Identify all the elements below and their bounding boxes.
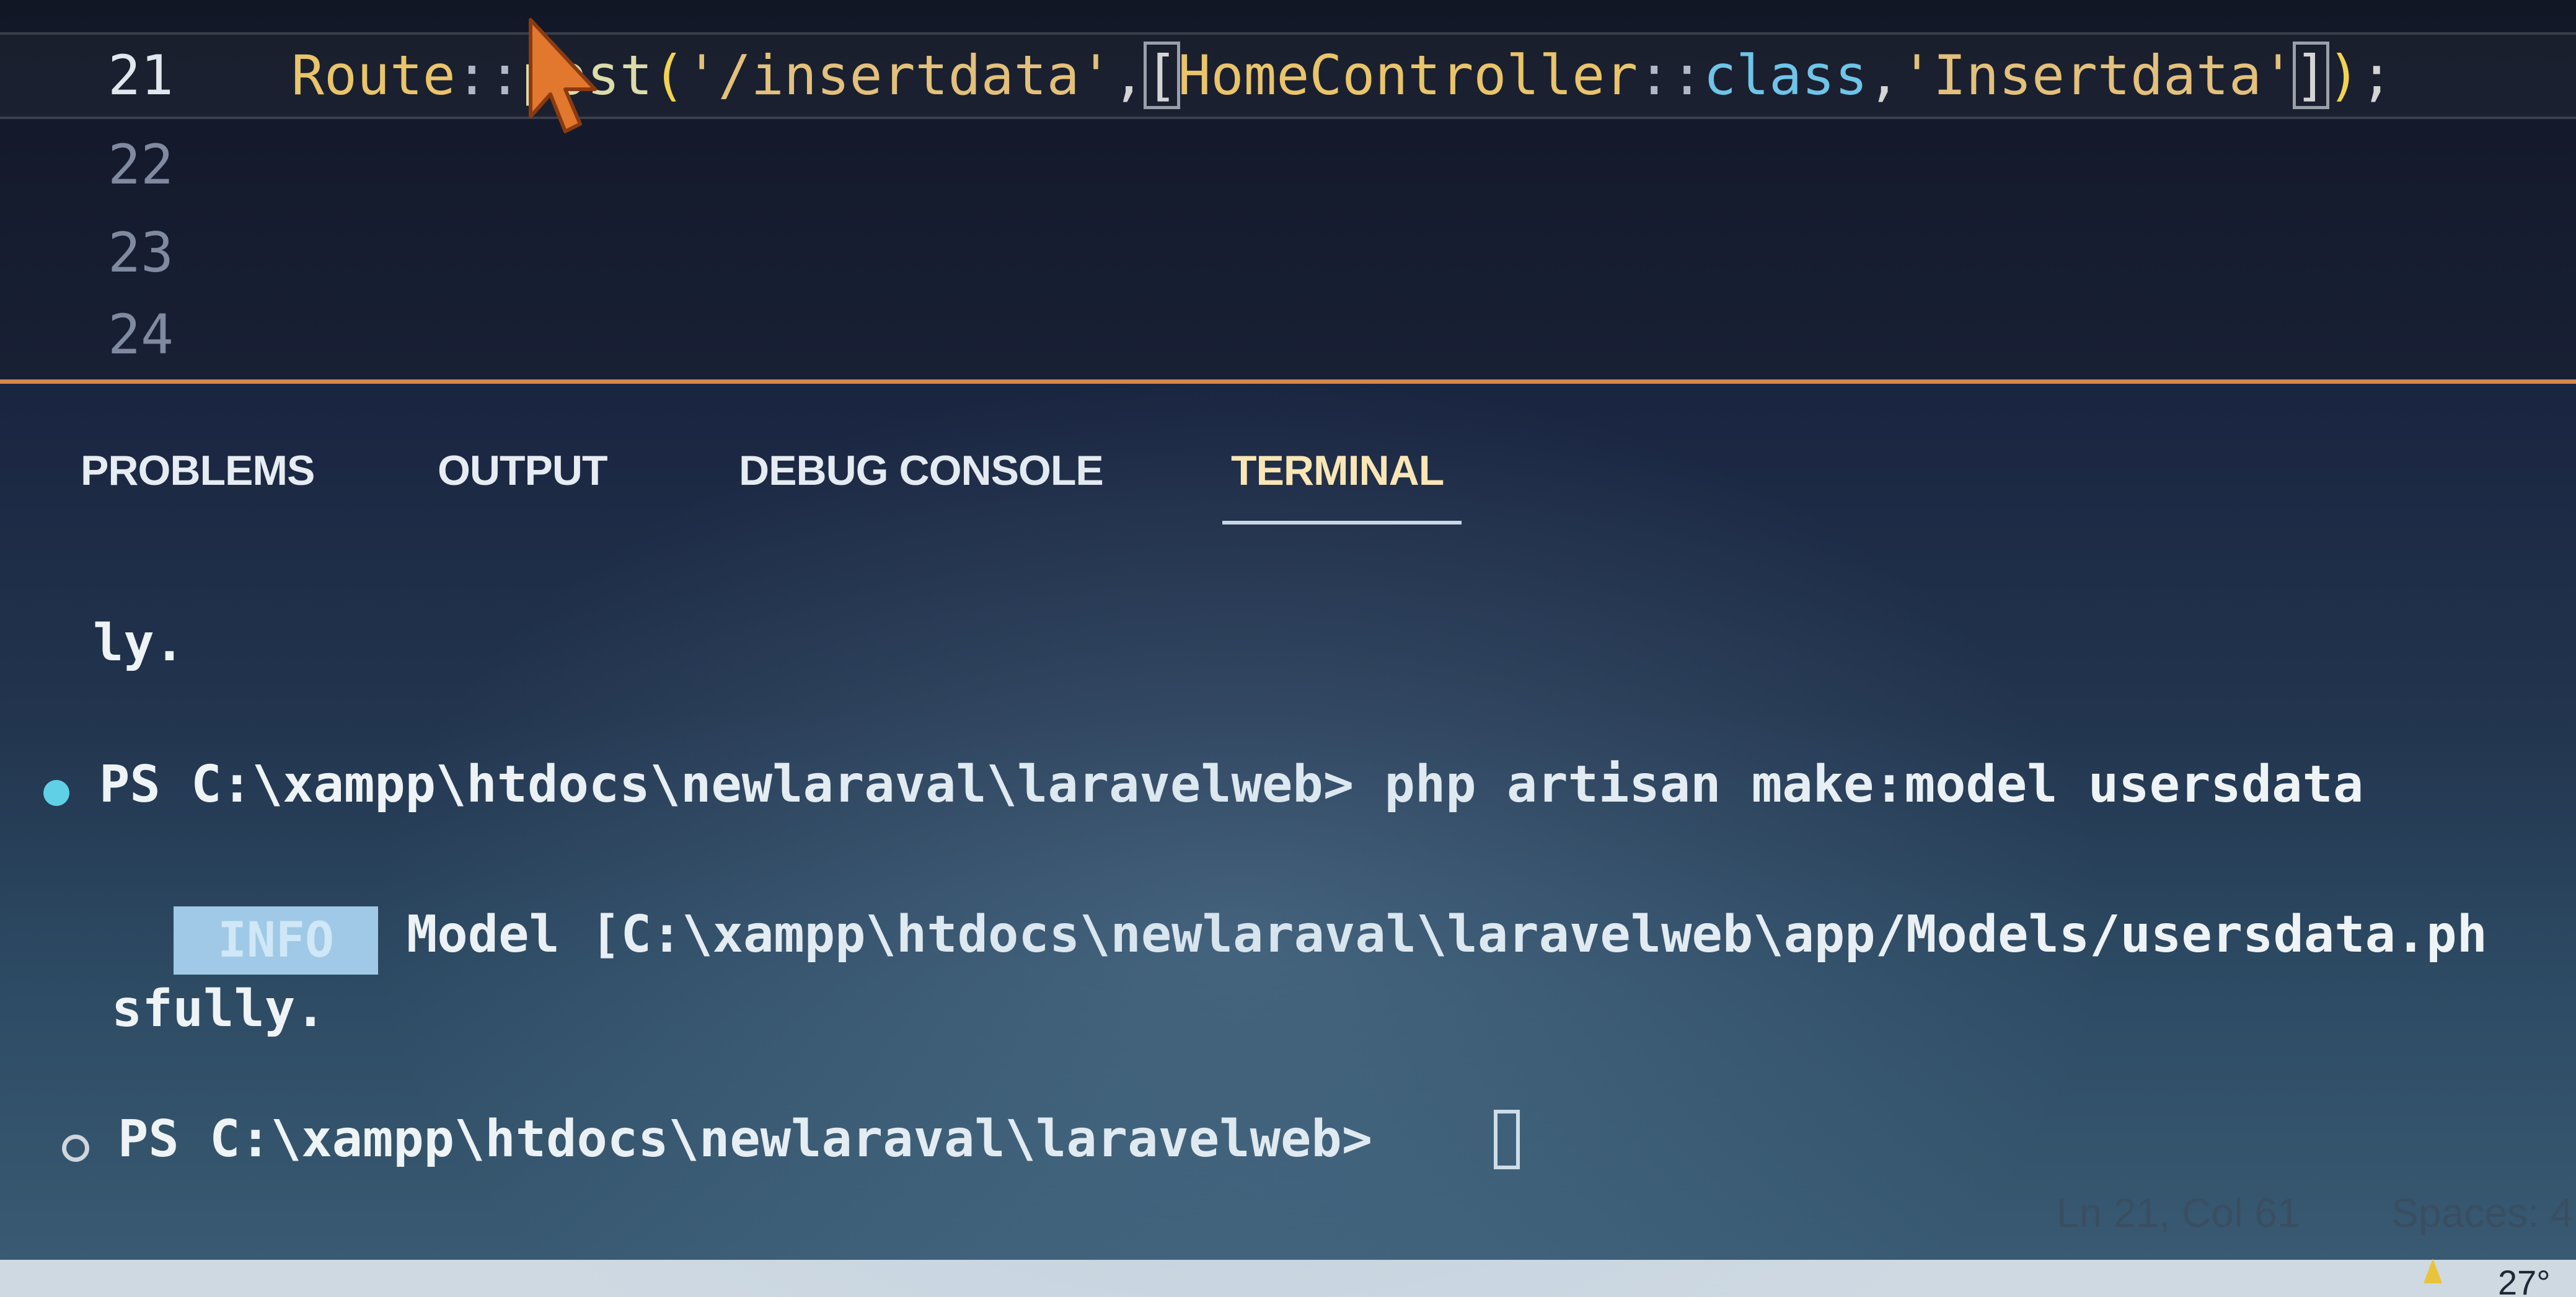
tab-terminal[interactable]: TERMINAL [1231,446,1444,514]
terminal-cursor[interactable] [1494,1110,1520,1169]
token-semicolon: ; [2360,43,2393,107]
mouse-pointer-icon [529,18,597,133]
panel-tabs: PROBLEMS OUTPUT DEBUG CONSOLE TERMINAL [0,446,2576,514]
token-scope-operator: :: [455,43,521,107]
code-text[interactable]: Route::post('/insertdata',[HomeControlle… [291,35,2393,117]
token-comma-2: , [1868,43,1901,107]
idle-dot-icon [62,1135,89,1162]
info-badge: INFO [174,906,378,975]
panel-divider[interactable] [0,379,2576,384]
active-tab-indicator [1222,521,1462,525]
terminal-info-message: Model [C:\xampp\htdocs\newlaraval\larave… [407,905,2488,964]
terminal-output-line: ly. [93,614,185,673]
code-line-24[interactable]: 24 [0,291,2576,378]
terminal-command-line: PS C:\xampp\htdocs\newlaraval\laravelweb… [99,755,2364,814]
token-comma: , [1112,43,1145,107]
tab-debug-console[interactable]: DEBUG CONSOLE [739,446,1104,514]
token-close-bracket: ] [2292,42,2329,109]
success-dot-icon [43,780,69,806]
cursor-position[interactable]: Ln 21, Col 61 [2057,1189,2300,1236]
code-line-22[interactable]: 22 [0,122,2576,208]
token-scope-operator-2: :: [1638,43,1704,107]
line-number: 22 [108,133,174,197]
code-line-23[interactable]: 23 [0,210,2576,296]
tab-output[interactable]: OUTPUT [438,446,608,514]
code-line-21[interactable]: 21 Route::post('/insertdata',[HomeContro… [0,32,2576,119]
taskbar [0,1260,2576,1297]
token-open-bracket: [ [1143,42,1180,109]
token-action-string: 'Insertdata' [1900,43,2295,107]
line-number: 24 [108,303,174,366]
code-editor[interactable]: 21 Route::post('/insertdata',[HomeContro… [0,0,2576,379]
token-route-class: Route [291,43,456,107]
terminal-prompt[interactable]: PS C:\xampp\htdocs\newlaraval\laravelweb… [118,1110,1372,1169]
terminal-output-line: sfully. [112,980,326,1038]
indentation-setting[interactable]: Spaces: 4 [2391,1189,2574,1236]
line-number: 21 [108,43,174,107]
token-open-paren: ( [652,43,686,107]
status-bar: Ln 21, Col 61 Spaces: 4 [0,1177,2576,1245]
token-class-keyword: class [1703,43,1868,107]
tab-problems[interactable]: PROBLEMS [81,446,315,514]
token-controller: HomeController [1178,43,1638,107]
line-number: 23 [108,221,174,285]
token-path-string: '/insertdata' [685,43,1113,107]
weather-icon[interactable] [2417,1252,2448,1290]
token-close-paren: ) [2327,43,2360,107]
temperature-readout[interactable]: 27° [2498,1262,2551,1297]
vscode-window: 21 Route::post('/insertdata',[HomeContro… [0,0,2576,1297]
